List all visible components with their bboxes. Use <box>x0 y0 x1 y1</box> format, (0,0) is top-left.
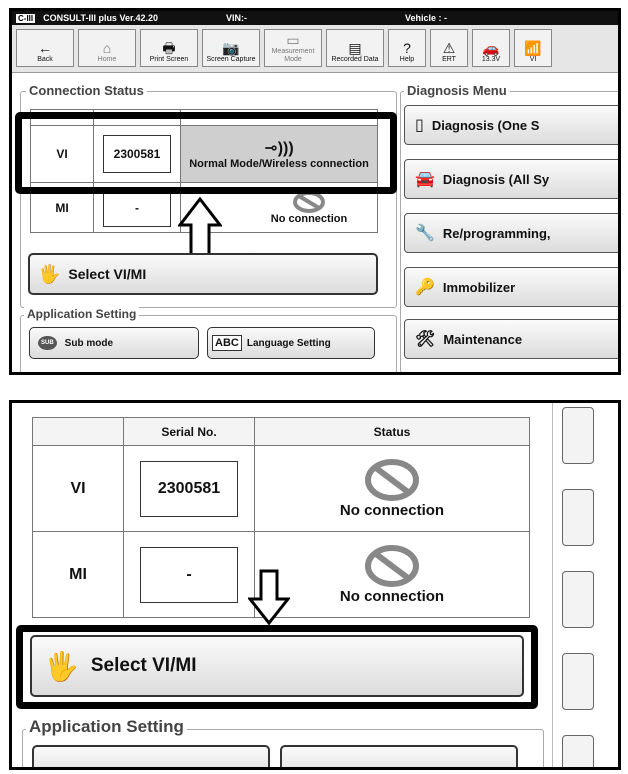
diagnosis-edge-button-2[interactable] <box>562 489 594 546</box>
mi-serial-zoomed: - <box>140 546 238 603</box>
select-vi-mi-icon: 🖐 <box>38 263 61 284</box>
home-icon: ⌂ <box>102 40 112 56</box>
app-title: CONSULT-III plus Ver.42.20 <box>43 13 158 23</box>
recorded-data-icon: ▤ <box>348 40 362 56</box>
select-vi-mi-icon: 🖐 <box>44 650 79 682</box>
mi-serial: - <box>103 188 171 227</box>
car-diagnosis-icon: 🚘 <box>415 171 435 188</box>
diagnosis-one-system-button[interactable]: ▯ Diagnosis (One S <box>404 105 618 145</box>
vi-row-zoomed[interactable]: VI 2300581 No connection <box>32 445 530 532</box>
select-vi-mi-button-zoomed[interactable]: 🖐 Select VI/MI <box>30 635 524 697</box>
application-setting-title-zoomed: Application Setting <box>26 717 187 737</box>
vi-label-zoomed: VI <box>32 445 124 532</box>
maintenance-icon: 🛠 <box>415 331 436 348</box>
toolbar: ← Back ⌂ Home 🖶 Print Screen 📷 Screen Captur… <box>12 25 618 73</box>
reprogramming-button[interactable]: 🔧 Re/programming, <box>404 213 618 253</box>
vi-signal-indicator: 📶 VI <box>514 29 552 67</box>
signal-icon: 📶 <box>524 40 542 56</box>
vehicle-label: Vehicle : - <box>404 13 448 23</box>
warning-icon: ⚠ <box>442 40 456 56</box>
diagnosis-all-systems-button[interactable]: 🚘 Diagnosis (All Sy <box>404 159 618 199</box>
screen-capture-button[interactable]: 📷 Screen Capture <box>202 29 260 67</box>
application-setting-title: Application Setting <box>24 307 140 321</box>
immobilizer-button[interactable]: 🔑 Immobilizer <box>404 267 618 307</box>
key-icon: 🔑 <box>415 279 435 296</box>
vi-status-zoomed: No connection <box>339 502 445 519</box>
language-setting-button[interactable]: ABC Language Setting <box>207 327 375 359</box>
no-connection-icon <box>365 459 419 501</box>
printer-icon: 🖶 <box>162 40 176 56</box>
help-icon: ? <box>403 40 411 56</box>
no-connection-icon <box>365 545 419 587</box>
vi-serial-zoomed: 2300581 <box>140 460 238 517</box>
serial-no-header: Serial No. <box>123 417 255 446</box>
mi-label-zoomed: MI <box>32 531 124 618</box>
measurement-mode-button[interactable]: ▭ Measurement Mode <box>264 29 322 67</box>
top-screenshot-panel: C-III CONSULT-III plus Ver.42.20 VIN:- V… <box>9 8 621 375</box>
home-button[interactable]: ⌂ Home <box>78 29 136 67</box>
ert-button[interactable]: ⚠ ERT <box>430 29 468 67</box>
print-screen-button[interactable]: 🖶 Print Screen <box>140 29 198 67</box>
connection-status-title: Connection Status <box>26 83 147 98</box>
language-setting-button-partial[interactable] <box>280 745 518 767</box>
maintenance-button[interactable]: 🛠 Maintenance <box>404 319 618 359</box>
sub-mode-button-partial[interactable] <box>32 745 270 767</box>
back-arrow-icon: ← <box>38 40 52 56</box>
help-button[interactable]: ? Help <box>388 29 426 67</box>
sub-mode-button[interactable]: SUB Sub mode <box>29 327 199 359</box>
vin-label: VIN:- <box>225 13 247 23</box>
title-bar: C-III CONSULT-III plus Ver.42.20 VIN:- V… <box>12 11 618 25</box>
diagnosis-menu-title: Diagnosis Menu <box>404 83 510 98</box>
mi-status-zoomed: No connection <box>339 588 445 605</box>
battery-voltage-indicator: 🚗 13.3V <box>472 29 510 67</box>
down-arrow-icon <box>248 569 290 625</box>
sub-mode-icon: SUB <box>38 336 57 350</box>
diagnosis-edge-button-1[interactable] <box>562 407 594 464</box>
diagnosis-edge-button-3[interactable] <box>562 571 594 628</box>
phone-icon: ▯ <box>415 117 424 134</box>
mi-status: No connection <box>270 212 348 225</box>
car-icon: 🚗 <box>482 40 500 56</box>
abc-icon: ABC <box>212 335 242 351</box>
up-arrow-icon <box>178 197 222 257</box>
recorded-data-button[interactable]: ▤ Recorded Data <box>326 29 384 67</box>
bottom-screenshot-panel: Serial No. Status VI 2300581 No connecti… <box>9 400 621 770</box>
status-header: Status <box>254 417 530 446</box>
select-vi-mi-button[interactable]: 🖐 Select VI/MI <box>28 253 378 295</box>
camera-icon: 📷 <box>222 40 240 56</box>
app-logo: C-III <box>16 13 36 23</box>
reprogramming-icon: 🔧 <box>415 225 435 242</box>
meter-icon: ▭ <box>286 32 300 48</box>
diagnosis-edge-button-4[interactable] <box>562 653 594 710</box>
diagnosis-edge-button-5[interactable] <box>562 735 594 767</box>
back-button[interactable]: ← Back <box>16 29 74 67</box>
vi-row-highlight <box>15 112 397 194</box>
